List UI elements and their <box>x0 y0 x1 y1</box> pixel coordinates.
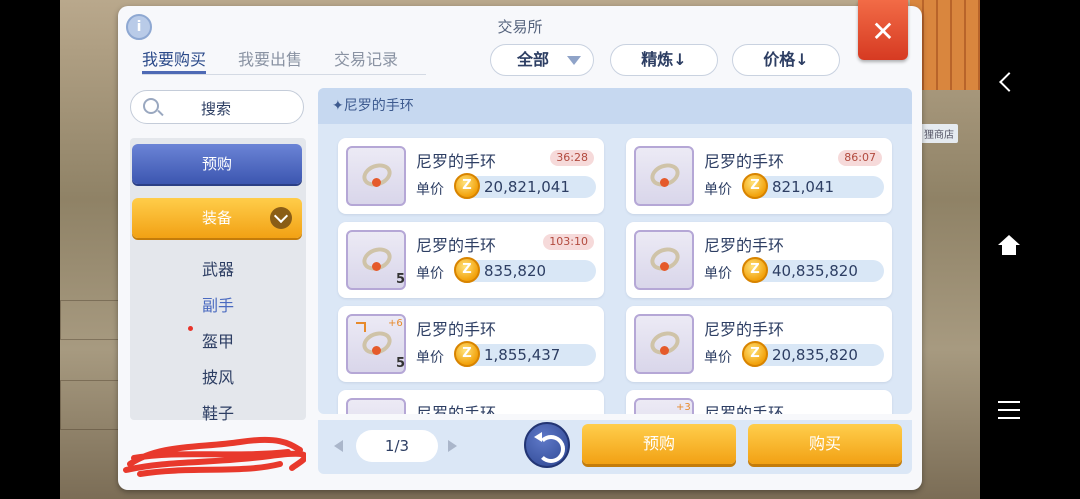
listing-card[interactable]: +6 5 尼罗的手环 单价 Z 1,855,437 <box>338 306 604 382</box>
listing-card[interactable]: 尼罗的手环 单价 Z 20,835,820 <box>626 306 892 382</box>
item-name: 尼罗的手环 <box>704 236 785 255</box>
shop-sign: 狸商店 <box>920 124 958 143</box>
coin-icon: Z <box>454 173 480 199</box>
timer-badge: 36:28 <box>550 150 594 166</box>
home-button[interactable] <box>980 232 1038 262</box>
unit-price-label: 单价 <box>704 266 732 282</box>
sidebar-item-weapon[interactable]: 武器 <box>130 256 306 280</box>
tab-sell[interactable]: 我要出售 <box>238 46 302 74</box>
coin-icon: Z <box>454 341 480 367</box>
category-sidebar: 预购 装备 武器 副手 盔甲 披风 鞋子 <box>130 138 306 423</box>
item-price: 835,820 <box>484 262 547 280</box>
search-button[interactable]: 搜索 <box>130 90 304 124</box>
close-button[interactable]: ✕ <box>858 0 908 60</box>
coin-icon: Z <box>742 173 768 199</box>
item-name: 尼罗的手环 <box>416 236 497 255</box>
floor-tile <box>60 380 120 430</box>
listing-card[interactable]: 5 尼罗的手环 103:10 单价 Z 835,820 <box>338 222 604 298</box>
listing-card[interactable]: 尼罗的手环 单价 Z 40,835,820 <box>626 222 892 298</box>
pager-bar: 1/3 预购 购买 <box>318 420 912 474</box>
item-price: 821,041 <box>772 178 835 196</box>
dropdown-triangle-icon <box>567 56 581 65</box>
ring-icon: 5 <box>346 230 406 290</box>
listing-card[interactable]: 尼罗的手环 36:28 单价 Z 20,821,041 <box>338 138 604 214</box>
ring-icon <box>346 146 406 206</box>
back-button[interactable] <box>980 66 1038 96</box>
next-page-icon[interactable] <box>448 440 457 452</box>
sidebar-equipment-label: 装备 <box>201 209 232 227</box>
coin-icon: Z <box>742 257 768 283</box>
item-name: 尼罗的手环 <box>416 404 497 414</box>
unit-price-label: 单价 <box>416 266 444 282</box>
listing-panel: ✦尼罗的手环 尼罗的手环 36:28 单价 Z 20,821,041 尼罗的手环… <box>318 88 912 414</box>
menu-icon <box>998 401 1020 419</box>
system-nav-bar <box>980 0 1080 499</box>
buy-button[interactable]: 购买 <box>748 424 902 464</box>
tab-history[interactable]: 交易记录 <box>334 46 398 74</box>
coin-icon: Z <box>742 341 768 367</box>
listing-header: ✦尼罗的手环 <box>318 88 912 124</box>
item-name: 尼罗的手环 <box>416 152 497 171</box>
item-price: 20,835,820 <box>772 346 858 364</box>
category-dropdown-label: 全部 <box>517 50 550 69</box>
search-icon <box>143 98 159 114</box>
listing-card[interactable]: 尼罗的手环 <box>338 390 604 414</box>
refine-level: +6 <box>388 318 403 329</box>
search-label: 搜索 <box>201 100 232 118</box>
back-icon <box>999 72 1019 92</box>
item-name: 尼罗的手环 <box>704 404 785 414</box>
price-sort-button[interactable]: 价格↓ <box>732 44 840 76</box>
sidebar-preorder-button[interactable]: 预购 <box>132 144 302 184</box>
sidebar-item-armor[interactable]: 盔甲 <box>130 328 306 352</box>
ring-icon: +3 <box>634 398 694 414</box>
tab-bar: 我要购买 我要出售 交易记录 <box>142 46 430 74</box>
tab-divider <box>142 74 426 75</box>
home-icon <box>998 235 1020 255</box>
upgrade-arrow-icon <box>356 322 366 332</box>
item-name: 尼罗的手环 <box>416 320 497 339</box>
listing-card[interactable]: +3 尼罗的手环 <box>626 390 892 414</box>
close-icon: ✕ <box>871 15 895 48</box>
coin-icon: Z <box>454 257 480 283</box>
sidebar-item-offhand[interactable]: 副手 <box>130 292 306 316</box>
refresh-button[interactable] <box>524 422 570 468</box>
listing-card[interactable]: 尼罗的手环 86:07 单价 Z 821,041 <box>626 138 892 214</box>
item-price: 40,835,820 <box>772 262 858 280</box>
refine-level: +3 <box>676 402 691 413</box>
category-dropdown[interactable]: 全部 <box>490 44 594 76</box>
tab-buy[interactable]: 我要购买 <box>142 46 207 74</box>
item-quantity: 5 <box>396 272 406 287</box>
sidebar-item-shoes[interactable]: 鞋子 <box>130 400 306 424</box>
ring-icon: +6 5 <box>346 314 406 374</box>
ring-icon <box>346 398 406 414</box>
preorder-button[interactable]: 预购 <box>582 424 736 464</box>
menu-button[interactable] <box>980 396 1038 426</box>
ring-icon <box>634 230 694 290</box>
previous-page-icon[interactable] <box>334 440 343 452</box>
ring-icon <box>634 314 694 374</box>
item-name: 尼罗的手环 <box>704 152 785 171</box>
window-title: 交易所 <box>497 18 543 36</box>
exchange-panel: i 交易所 ✕ 我要购买 我要出售 交易记录 全部 精炼↓ 价格↓ 搜索 预购 … <box>118 0 922 490</box>
item-name: 尼罗的手环 <box>704 320 785 339</box>
item-price: 20,821,041 <box>484 178 570 196</box>
unit-price-label: 单价 <box>704 350 732 366</box>
chevron-down-icon <box>270 207 292 229</box>
unit-price-label: 单价 <box>416 350 444 366</box>
page-indicator: 1/3 <box>356 430 438 462</box>
redaction-scribble <box>123 436 306 477</box>
item-price: 1,855,437 <box>484 346 561 364</box>
sidebar-equipment-button[interactable]: 装备 <box>132 198 302 238</box>
timer-badge: 103:10 <box>543 234 594 250</box>
unit-price-label: 单价 <box>416 182 444 198</box>
unit-price-label: 单价 <box>704 182 732 198</box>
item-quantity: 5 <box>396 356 406 371</box>
sidebar-item-cloak[interactable]: 披风 <box>130 364 306 388</box>
floor-tile <box>60 300 120 340</box>
ring-icon <box>634 146 694 206</box>
timer-badge: 86:07 <box>838 150 882 166</box>
refine-sort-button[interactable]: 精炼↓ <box>610 44 718 76</box>
listing-grid: 尼罗的手环 36:28 单价 Z 20,821,041 尼罗的手环 86:07 … <box>318 124 912 414</box>
